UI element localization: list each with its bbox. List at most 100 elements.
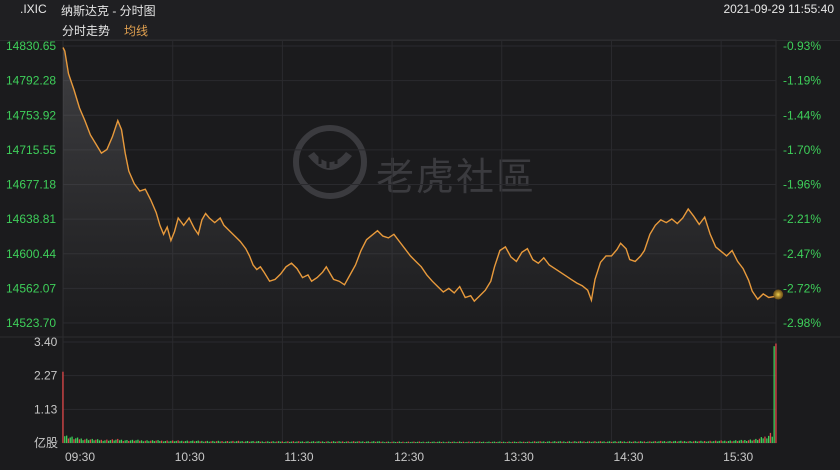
volume-bar [640,441,642,443]
volume-bar [236,441,238,443]
volume-bar [380,441,382,443]
volume-bar [82,440,84,443]
volume-bar [435,442,437,443]
volume-bar [385,441,388,443]
volume-bar [343,442,346,443]
volume-bar [753,439,755,443]
volume-bar [261,441,263,443]
volume-bar [310,441,313,443]
volume-bar [581,441,583,443]
volume-bar [214,441,216,443]
volume-bar [106,439,108,443]
volume-bar [129,440,132,443]
volume-bar [422,441,424,443]
volume-bar [550,441,552,443]
volume-bar [398,441,400,443]
percent-tick-label: -2.72% [783,281,821,295]
time-tick-label: 13:30 [504,450,534,464]
volume-tick-label: 2.27 [34,369,58,383]
volume-bar [243,441,245,443]
volume-bar [519,441,521,443]
volume-bar [378,441,380,443]
volume-bar [510,442,512,443]
volume-bar [369,441,371,443]
volume-bar [188,441,190,443]
volume-bar [513,441,516,443]
volume-bar [718,440,720,443]
volume-bar [342,441,344,443]
volume-bar [296,441,298,443]
volume-bar [407,441,410,443]
volume-bar [66,435,68,443]
volume-bar [215,441,218,443]
volume-bar [287,441,289,443]
volume-bar [395,442,397,443]
volume-bar [455,442,457,443]
volume-bar [440,442,442,443]
volume-bar [340,441,342,443]
volume-bar [301,441,304,443]
volume-bar [587,441,589,443]
volume-bar [528,441,530,443]
volume-bar [490,442,492,443]
volume-bar [404,442,406,443]
volume-bar [630,441,633,443]
volume-bar [320,441,322,443]
volume-bar [418,441,421,443]
volume-axis: 3.40 2.27 1.13 亿股 [34,335,58,450]
price-area [63,47,775,323]
price-axis: 14830.65 14792.28 14753.92 14715.55 14677.18… [6,39,56,330]
volume-bar [764,436,766,443]
volume-bar [285,441,287,443]
volume-bar [84,439,86,443]
volume-bar [104,440,106,443]
volume-bar [448,441,450,443]
volume-bar [711,441,713,443]
intraday-chart[interactable]: 14830.65 14792.28 14753.92 14715.55 14677.18… [0,0,840,470]
volume-bar [181,440,183,443]
volume-bar [599,441,602,443]
volume-bar [356,441,358,443]
volume-bar [477,441,479,443]
time-tick-label: 10:30 [175,450,205,464]
price-tick-label: 14830.65 [6,39,56,53]
volume-bar [137,439,139,443]
volume-bar [267,441,269,443]
volume-bar [75,438,77,443]
percent-tick-label: -2.98% [783,316,821,330]
volume-bar [272,441,274,443]
volume-bar [725,441,728,443]
volume-bar [687,441,689,443]
volume-bar [124,440,126,443]
volume-bar [135,440,137,443]
volume-bar [619,441,622,443]
volume-bar [73,439,75,443]
volume-bar [577,441,580,443]
volume-bar [678,441,680,443]
volume-bar [534,441,536,443]
volume-bar [294,441,296,443]
volume-bar [724,440,726,443]
volume-bar [643,441,645,443]
volume-bar [559,441,561,443]
volume-bar [506,441,508,443]
volume-bar [237,440,240,443]
volume-bar [755,438,757,443]
volume-bar [241,441,243,443]
volume-bar [592,441,594,443]
volume-bar [433,441,435,443]
volume-bar [713,441,715,443]
volume-bar [605,442,607,443]
volume-bar [771,436,773,443]
volume-bar [226,441,229,443]
volume-bar [100,439,102,443]
volume-bar [662,441,664,443]
volume-bar [537,441,539,443]
volume-bar [338,441,340,443]
volume-bar [621,441,623,443]
volume-bar [327,441,329,443]
volume-bar [64,436,66,443]
volume-bar [608,441,611,443]
volume-bar [716,441,719,443]
volume-bar [457,441,459,443]
